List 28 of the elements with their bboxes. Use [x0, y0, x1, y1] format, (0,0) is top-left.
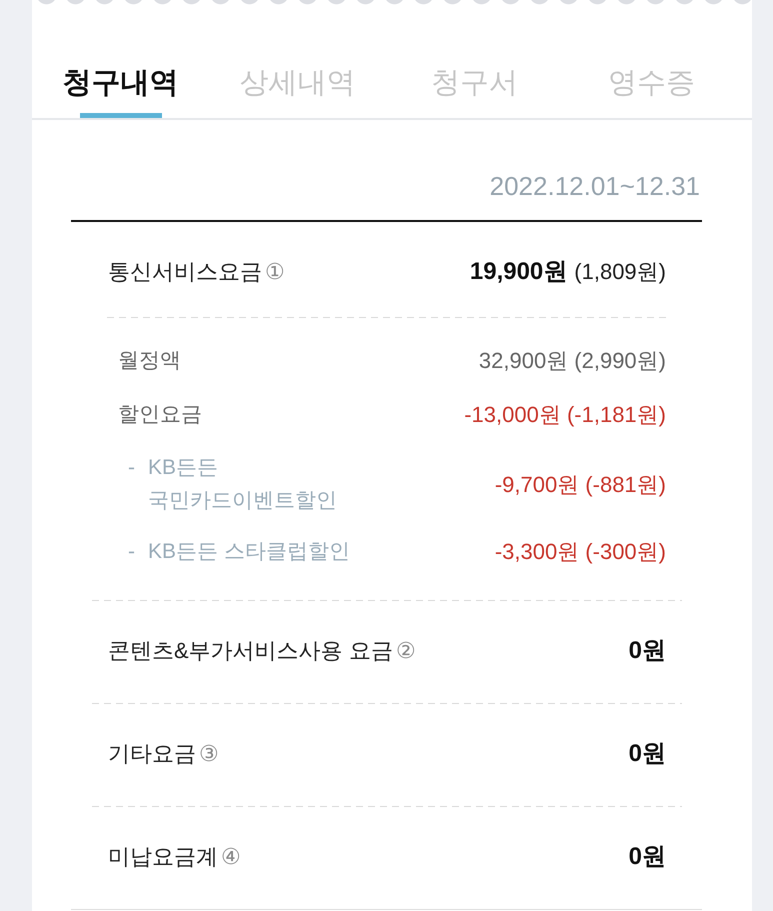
discount-item-label: KB든든 국민카드이벤트할인 [148, 455, 338, 514]
tab[interactable]: 상세내역 [209, 6, 386, 118]
item-amount: 32,900원 (2,990원) [478, 347, 666, 375]
charge-label: 콘텐츠&부가서비스사용 요금 [108, 637, 393, 665]
list-dash: - [128, 539, 136, 565]
item-amount: -3,300원 (-300원) [494, 538, 666, 566]
charge-amount: 0원 [628, 842, 666, 872]
charge-label: 통신서비스요금 [108, 258, 262, 286]
item-amount: -9,700원 (-881원) [494, 470, 666, 498]
billing-period: 2022.12.01~12.31 [488, 171, 701, 201]
item-label: 월정액 [118, 348, 181, 374]
footnote-mark: ① [265, 258, 285, 286]
discount-label: 할인요금 [118, 402, 202, 428]
footnote-mark: ④ [221, 843, 241, 871]
footnote-mark: ③ [199, 740, 219, 768]
charge-amount: 0원 [628, 739, 666, 769]
item-amount: -13,000원 (-1,181원) [464, 401, 666, 429]
discount-item-label: KB든든 스타클럽할인 [148, 539, 350, 565]
charge-amount: 19,900원 [470, 257, 568, 287]
footnote-mark: ② [396, 637, 416, 665]
tab[interactable]: 영수증 [563, 6, 740, 118]
tab[interactable]: 청구내역 [32, 6, 209, 118]
tab[interactable]: 청구서 [386, 6, 563, 118]
charge-label: 미납요금계 [108, 843, 218, 871]
charge-amount: 0원 [628, 636, 666, 666]
amount-detail: (1,809원) [574, 258, 666, 286]
charge-label: 기타요금 [108, 740, 196, 768]
list-dash: - [128, 455, 136, 481]
